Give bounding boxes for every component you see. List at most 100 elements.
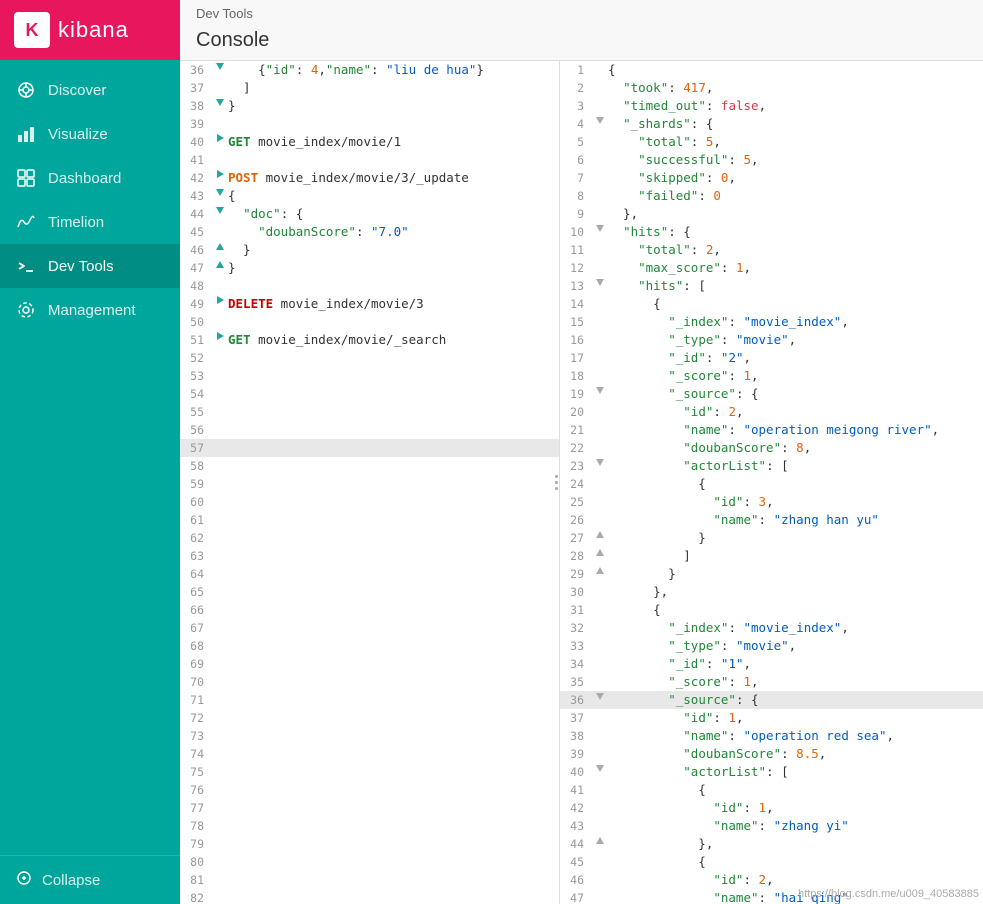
response-line-number: 15: [560, 313, 592, 331]
line-number: 60: [180, 493, 212, 511]
response-line-content: "doubanScore": 8.5,: [608, 745, 983, 763]
line-number: 53: [180, 367, 212, 385]
editor-line: 66: [180, 601, 559, 619]
editor-line: 45 "doubanScore": "7.0": [180, 223, 559, 241]
response-line-content: "_id": "2",: [608, 349, 983, 367]
editor-line: 38}: [180, 97, 559, 115]
response-line-number: 26: [560, 511, 592, 529]
sidebar-item-discover[interactable]: Discover: [0, 68, 180, 112]
gutter-icon[interactable]: [212, 61, 228, 71]
response-line-content: "id": 3,: [608, 493, 983, 511]
gutter-icon[interactable]: [212, 331, 228, 341]
line-content: GET movie_index/movie/1: [228, 133, 559, 151]
gutter-icon[interactable]: [212, 241, 228, 251]
gutter-icon[interactable]: [212, 259, 228, 269]
gutter-icon[interactable]: [212, 205, 228, 215]
devtools-label: Dev Tools: [48, 258, 114, 275]
editor-code-area[interactable]: 36 {"id": 4,"name": "liu de hua"}37 ]38}…: [180, 61, 559, 904]
line-number: 38: [180, 97, 212, 115]
line-number: 45: [180, 223, 212, 241]
panel-divider[interactable]: [552, 463, 560, 503]
collapse-button[interactable]: Collapse: [0, 855, 180, 904]
sidebar-item-visualize[interactable]: Visualize: [0, 112, 180, 156]
line-number: 47: [180, 259, 212, 277]
sidebar: K kibana Discover: [0, 0, 180, 904]
response-line-number: 29: [560, 565, 592, 583]
timelion-label: Timelion: [48, 214, 104, 231]
editor-line: 67: [180, 619, 559, 637]
response-line: 27 }: [560, 529, 983, 547]
line-number: 72: [180, 709, 212, 727]
editor-line: 52: [180, 349, 559, 367]
collapse-icon: [16, 870, 32, 890]
response-line-number: 4: [560, 115, 592, 133]
response-gutter-icon[interactable]: [592, 223, 608, 233]
line-number: 46: [180, 241, 212, 259]
response-gutter-icon[interactable]: [592, 835, 608, 845]
response-gutter-icon[interactable]: [592, 565, 608, 575]
gutter-icon[interactable]: [212, 97, 228, 107]
response-line: 4 "_shards": {: [560, 115, 983, 133]
line-number: 67: [180, 619, 212, 637]
response-line-content: "skipped": 0,: [608, 169, 983, 187]
response-panel[interactable]: 1{2 "took": 417,3 "timed_out": false,4 "…: [560, 61, 983, 904]
editor-line: 81: [180, 871, 559, 889]
response-line-number: 9: [560, 205, 592, 223]
console-panels: 36 {"id": 4,"name": "liu de hua"}37 ]38}…: [180, 61, 983, 904]
response-gutter-icon[interactable]: [592, 115, 608, 125]
response-line-content: ]: [608, 547, 983, 565]
response-gutter-icon[interactable]: [592, 385, 608, 395]
editor-line: 71: [180, 691, 559, 709]
visualize-icon: [16, 124, 36, 144]
watermark: https://blog.csdn.me/u009_40583885: [798, 888, 979, 900]
line-number: 49: [180, 295, 212, 313]
response-gutter-icon[interactable]: [592, 547, 608, 557]
response-gutter-icon[interactable]: [592, 277, 608, 287]
response-gutter-icon[interactable]: [592, 457, 608, 467]
response-line-number: 47: [560, 889, 592, 904]
response-line-content: {: [608, 853, 983, 871]
response-line-content: "total": 2,: [608, 241, 983, 259]
gutter-icon[interactable]: [212, 169, 228, 179]
response-line: 33 "_type": "movie",: [560, 637, 983, 655]
response-line-content: {: [608, 295, 983, 313]
sidebar-item-devtools[interactable]: Dev Tools: [0, 244, 180, 288]
gutter-icon[interactable]: [212, 133, 228, 143]
editor-line: 76: [180, 781, 559, 799]
response-line-content: "hits": [: [608, 277, 983, 295]
response-line: 34 "_id": "1",: [560, 655, 983, 673]
nav-menu: Discover Visualize Dashboar: [0, 60, 180, 855]
response-line-number: 21: [560, 421, 592, 439]
response-gutter-icon[interactable]: [592, 763, 608, 773]
response-gutter-icon[interactable]: [592, 691, 608, 701]
line-number: 71: [180, 691, 212, 709]
response-line-number: 32: [560, 619, 592, 637]
editor-panel: 36 {"id": 4,"name": "liu de hua"}37 ]38}…: [180, 61, 560, 904]
response-line-number: 7: [560, 169, 592, 187]
response-line-content: {: [608, 61, 983, 79]
gutter-icon[interactable]: [212, 187, 228, 197]
response-line: 2 "took": 417,: [560, 79, 983, 97]
line-number: 69: [180, 655, 212, 673]
response-line: 25 "id": 3,: [560, 493, 983, 511]
response-line-number: 43: [560, 817, 592, 835]
response-line: 43 "name": "zhang yi": [560, 817, 983, 835]
line-content: DELETE movie_index/movie/3: [228, 295, 559, 313]
gutter-icon[interactable]: [212, 295, 228, 305]
editor-line: 77: [180, 799, 559, 817]
response-line: 7 "skipped": 0,: [560, 169, 983, 187]
response-line: 20 "id": 2,: [560, 403, 983, 421]
editor-line: 36 {"id": 4,"name": "liu de hua"}: [180, 61, 559, 79]
line-number: 68: [180, 637, 212, 655]
response-gutter-icon[interactable]: [592, 529, 608, 539]
response-line: 35 "_score": 1,: [560, 673, 983, 691]
sidebar-item-management[interactable]: Management: [0, 288, 180, 332]
editor-line: 74: [180, 745, 559, 763]
response-line-number: 23: [560, 457, 592, 475]
sidebar-item-dashboard[interactable]: Dashboard: [0, 156, 180, 200]
response-line: 11 "total": 2,: [560, 241, 983, 259]
main-content: Dev Tools Console 36 {"id": 4,"name": "l…: [180, 0, 983, 904]
response-line-content: "successful": 5,: [608, 151, 983, 169]
sidebar-item-timelion[interactable]: Timelion: [0, 200, 180, 244]
editor-line: 78: [180, 817, 559, 835]
